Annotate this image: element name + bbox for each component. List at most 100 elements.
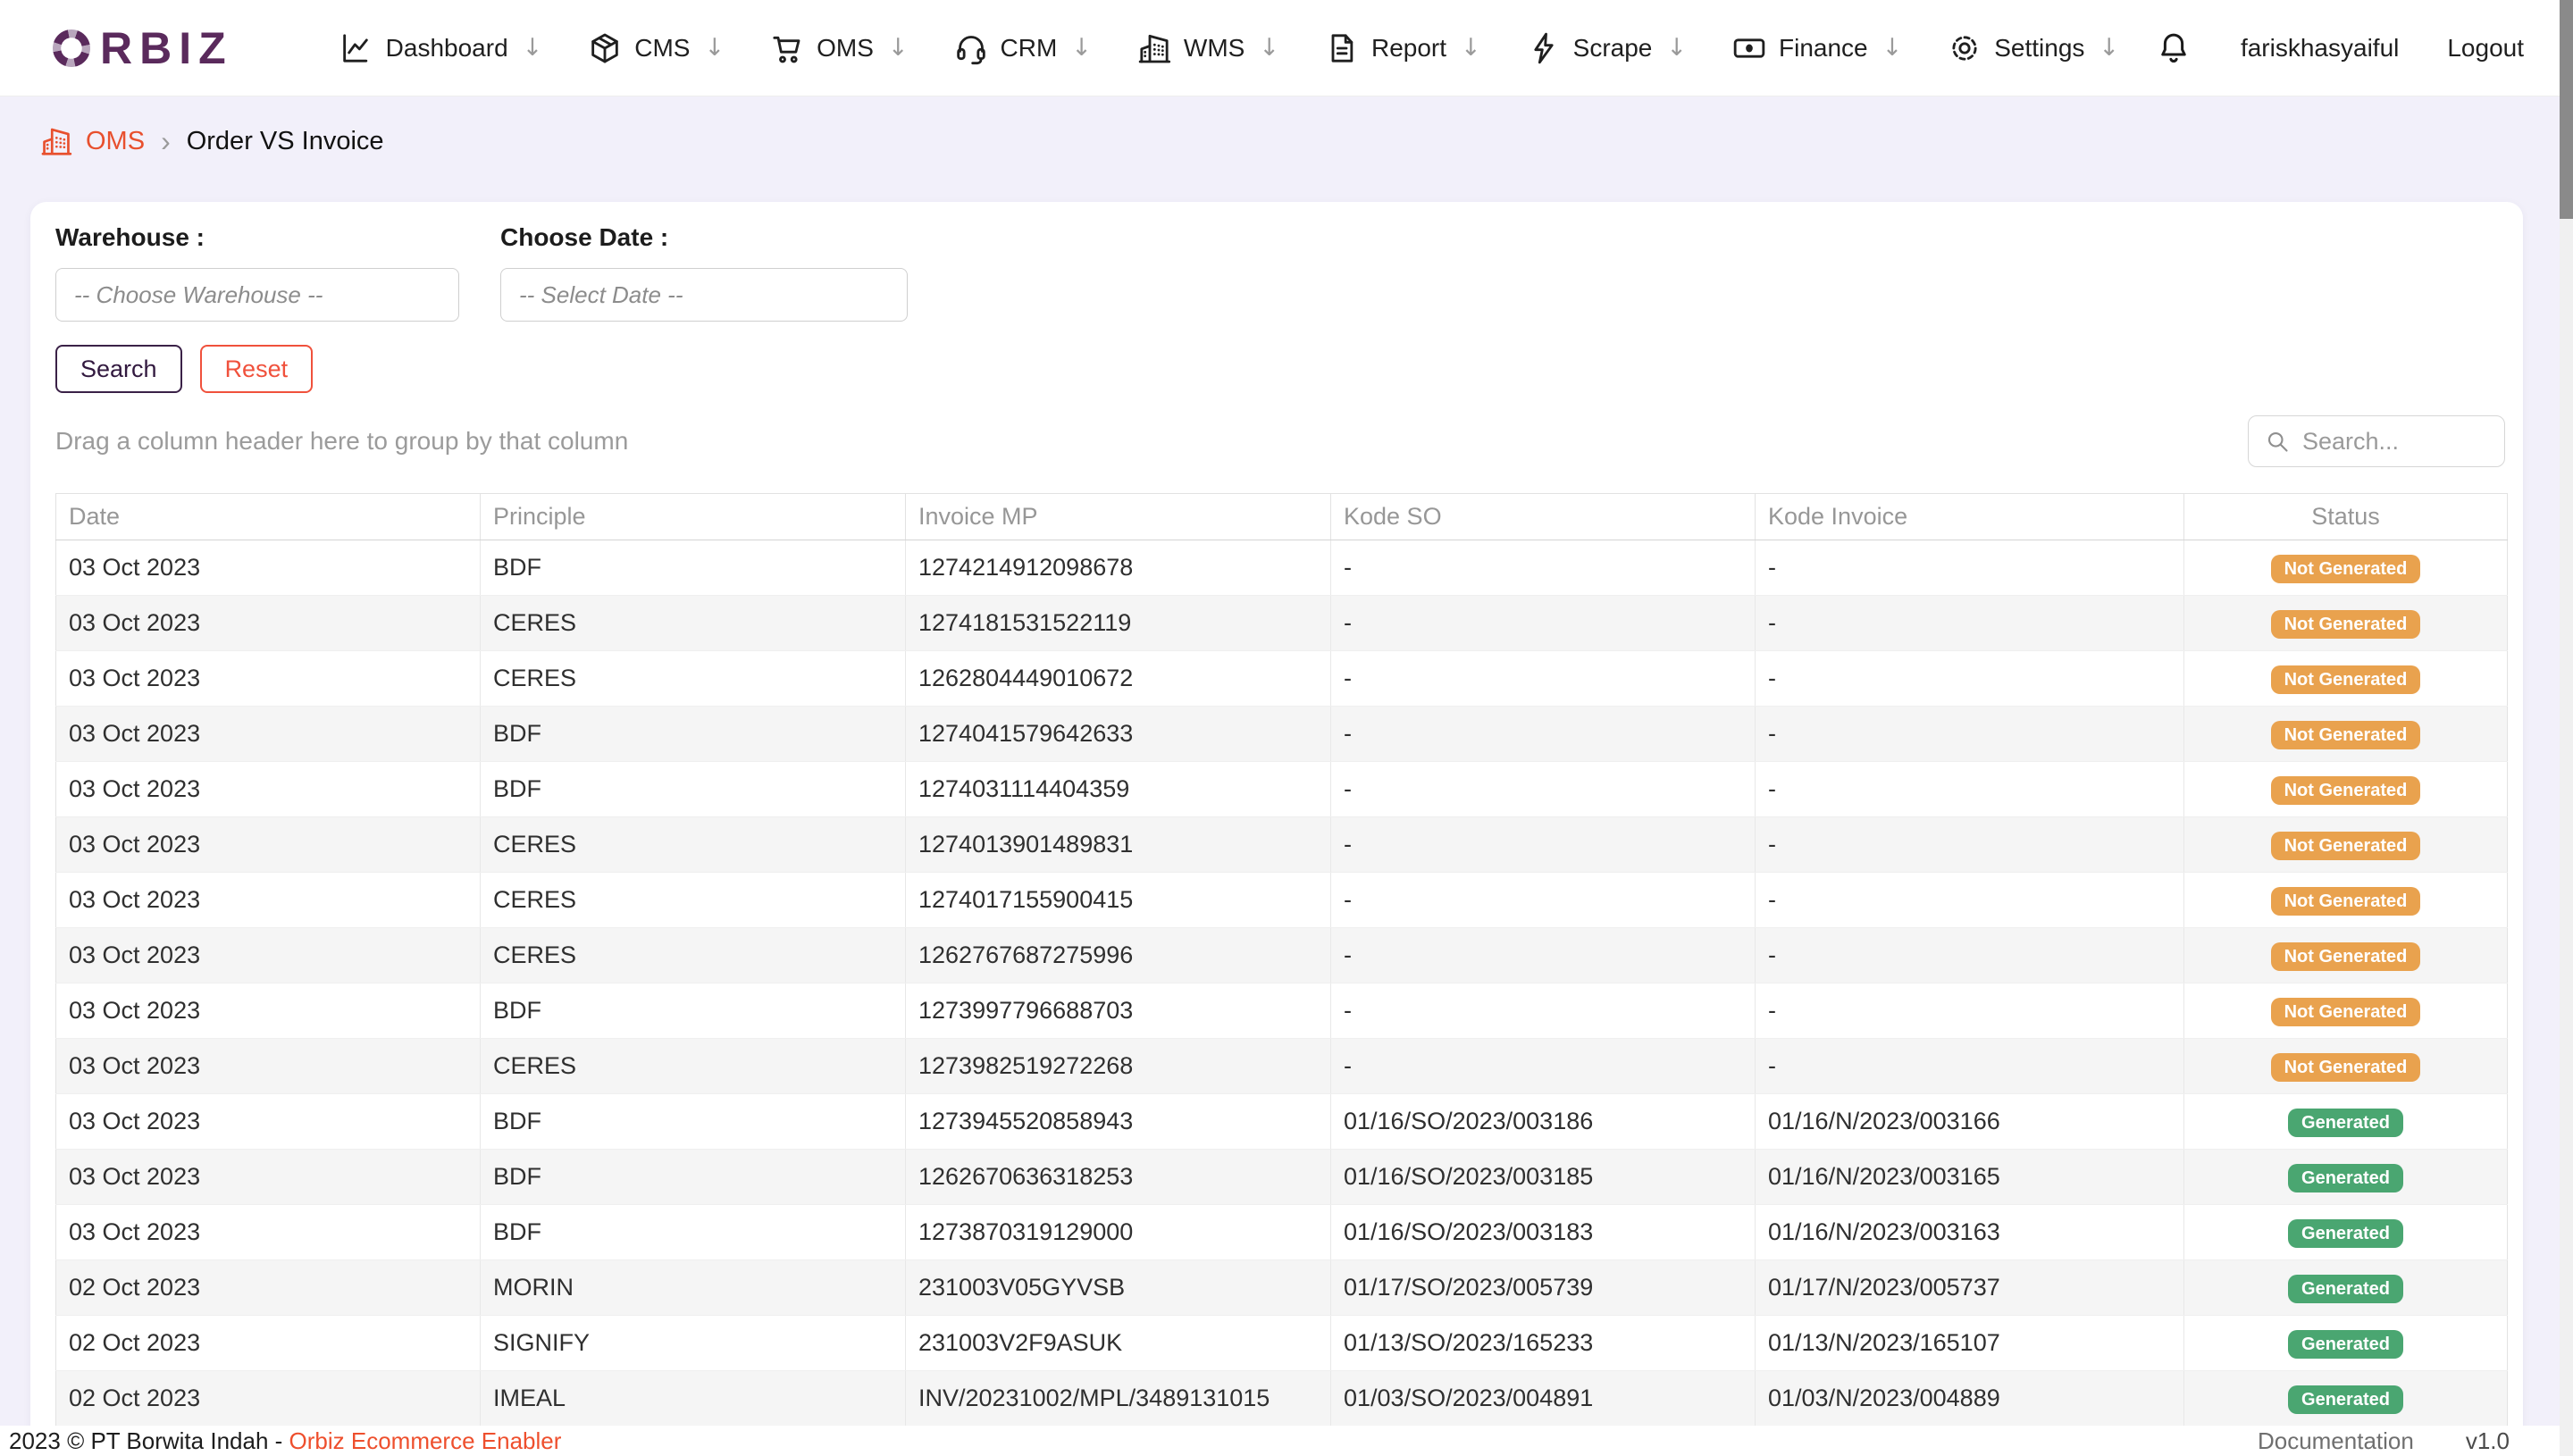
table-row[interactable]: 03 Oct 2023BDF126267063631825301/16/SO/2…: [56, 1150, 2508, 1205]
status-badge-generated: Generated: [2288, 1164, 2403, 1192]
nav-item-label: WMS: [1184, 34, 1245, 63]
table-row[interactable]: 03 Oct 2023BDF1273997796688703--Not Gene…: [56, 983, 2508, 1039]
status-badge-not-generated: Not Generated: [2271, 776, 2421, 805]
cell-date: 03 Oct 2023: [56, 1205, 481, 1260]
table-row[interactable]: 03 Oct 2023BDF1274041579642633--Not Gene…: [56, 707, 2508, 762]
reset-button[interactable]: Reset: [200, 345, 314, 393]
cell-kode-so: 01/03/SO/2023/004891: [1331, 1371, 1756, 1427]
orbiz-ring-icon: [50, 27, 93, 70]
cell-kode-so: -: [1331, 707, 1756, 762]
logout-button[interactable]: Logout: [2447, 34, 2524, 63]
cell-date: 03 Oct 2023: [56, 928, 481, 983]
cell-principle: BDF: [481, 1205, 906, 1260]
date-select[interactable]: [500, 268, 908, 322]
page: RBIZ Dashboard↓CMS↓OMS↓CRM↓WMS↓Report↓Sc…: [0, 0, 2560, 1456]
building-icon: [1136, 30, 1172, 66]
copyright-text: 2023 © PT Borwita Indah - Orbiz Ecommerc…: [9, 1427, 561, 1455]
nav-item-finance[interactable]: Finance↓: [1731, 30, 1902, 66]
cell-principle: BDF: [481, 1150, 906, 1205]
table-row[interactable]: 03 Oct 2023BDF127387031912900001/16/SO/2…: [56, 1205, 2508, 1260]
cell-status: Generated: [2184, 1316, 2508, 1371]
table-row[interactable]: 03 Oct 2023CERES1274181531522119--Not Ge…: [56, 596, 2508, 651]
column-header-invoice-mp[interactable]: Invoice MP: [906, 494, 1331, 540]
table-row[interactable]: 02 Oct 2023SIGNIFY231003V2F9ASUK01/13/SO…: [56, 1316, 2508, 1371]
chevron-down-icon: ↓: [2099, 34, 2119, 62]
footer-right: Documentation v1.0: [2258, 1427, 2510, 1455]
cell-invoice-mp: 1273997796688703: [906, 983, 1331, 1039]
cell-kode-so: -: [1331, 1039, 1756, 1094]
cell-kode-invoice: -: [1756, 540, 2184, 596]
warehouse-select[interactable]: [55, 268, 459, 322]
cell-kode-invoice: 01/16/N/2023/003163: [1756, 1205, 2184, 1260]
nav-item-dashboard[interactable]: Dashboard↓: [339, 30, 543, 66]
warehouse-label: Warehouse :: [55, 223, 459, 252]
status-badge-generated: Generated: [2288, 1385, 2403, 1414]
column-header-kode-so[interactable]: Kode SO: [1331, 494, 1756, 540]
nav-item-cms[interactable]: CMS↓: [587, 30, 725, 66]
documentation-link[interactable]: Documentation: [2258, 1427, 2414, 1455]
column-header-principle[interactable]: Principle: [481, 494, 906, 540]
nav-menu: Dashboard↓CMS↓OMS↓CRM↓WMS↓Report↓Scrape↓…: [339, 30, 2119, 66]
table-row[interactable]: 02 Oct 2023IMEALINV/20231002/MPL/3489131…: [56, 1371, 2508, 1427]
chevron-down-icon: ↓: [1071, 34, 1092, 62]
chevron-right-icon: ›: [157, 125, 174, 158]
search-button[interactable]: Search: [55, 345, 182, 393]
cell-kode-so: 01/17/SO/2023/005739: [1331, 1260, 1756, 1316]
cell-invoice-mp: 1262804449010672: [906, 651, 1331, 707]
table-row[interactable]: 02 Oct 2023MORIN231003V05GYVSB01/17/SO/2…: [56, 1260, 2508, 1316]
breadcrumb-section[interactable]: OMS: [86, 127, 145, 156]
table-row[interactable]: 03 Oct 2023CERES1262767687275996--Not Ge…: [56, 928, 2508, 983]
cell-invoice-mp: 1274031114404359: [906, 762, 1331, 817]
status-badge-not-generated: Not Generated: [2271, 998, 2421, 1026]
cell-principle: CERES: [481, 928, 906, 983]
table-row[interactable]: 03 Oct 2023CERES1262804449010672--Not Ge…: [56, 651, 2508, 707]
cell-kode-invoice: -: [1756, 817, 2184, 873]
table-row[interactable]: 03 Oct 2023BDF1274214912098678--Not Gene…: [56, 540, 2508, 596]
nav-item-report[interactable]: Report↓: [1324, 30, 1481, 66]
table-row[interactable]: 03 Oct 2023CERES1274017155900415--Not Ge…: [56, 873, 2508, 928]
nav-item-crm[interactable]: CRM↓: [953, 30, 1092, 66]
package-icon: [587, 30, 623, 66]
nav-item-label: OMS: [817, 34, 874, 63]
banknote-icon: [1731, 30, 1767, 66]
cell-status: Not Generated: [2184, 873, 2508, 928]
username[interactable]: fariskhasyaiful: [2241, 34, 2399, 63]
cell-status: Not Generated: [2184, 983, 2508, 1039]
page-title: Order VS Invoice: [187, 127, 384, 156]
nav-item-oms[interactable]: OMS↓: [769, 30, 908, 66]
table-row[interactable]: 03 Oct 2023CERES1273982519272268--Not Ge…: [56, 1039, 2508, 1094]
vertical-scrollbar[interactable]: [2560, 0, 2573, 1456]
status-badge-generated: Generated: [2288, 1330, 2403, 1359]
cell-date: 03 Oct 2023: [56, 1150, 481, 1205]
cell-kode-so: 01/16/SO/2023/003186: [1331, 1094, 1756, 1150]
cell-kode-so: -: [1331, 873, 1756, 928]
column-header-kode-invoice[interactable]: Kode Invoice: [1756, 494, 2184, 540]
footer: 2023 © PT Borwita Indah - Orbiz Ecommerc…: [0, 1426, 2560, 1456]
group-panel-text: Drag a column header here to group by th…: [55, 427, 628, 456]
date-label: Choose Date :: [500, 223, 908, 252]
cell-kode-invoice: 01/13/N/2023/165107: [1756, 1316, 2184, 1371]
orbiz-ecommerce-link[interactable]: Orbiz Ecommerce Enabler: [289, 1427, 562, 1454]
scrollbar-thumb[interactable]: [2560, 0, 2573, 219]
table-row[interactable]: 03 Oct 2023CERES1274013901489831--Not Ge…: [56, 817, 2508, 873]
nav-item-wms[interactable]: WMS↓: [1136, 30, 1279, 66]
table-row[interactable]: 03 Oct 2023BDF127394552085894301/16/SO/2…: [56, 1094, 2508, 1150]
cell-invoice-mp: 1274017155900415: [906, 873, 1331, 928]
column-header-date[interactable]: Date: [56, 494, 481, 540]
orbiz-logo[interactable]: RBIZ: [50, 22, 233, 74]
nav-item-scrape[interactable]: Scrape↓: [1526, 30, 1687, 66]
cell-date: 03 Oct 2023: [56, 707, 481, 762]
status-badge-not-generated: Not Generated: [2271, 721, 2421, 749]
column-header-status[interactable]: Status: [2184, 494, 2508, 540]
bell-icon[interactable]: [2155, 29, 2192, 67]
nav-item-settings[interactable]: Settings↓: [1947, 30, 2119, 66]
table-row[interactable]: 03 Oct 2023BDF1274031114404359--Not Gene…: [56, 762, 2508, 817]
chevron-down-icon: ↓: [1461, 34, 1481, 62]
cell-invoice-mp: 1262767687275996: [906, 928, 1331, 983]
status-badge-generated: Generated: [2288, 1275, 2403, 1303]
cell-kode-invoice: -: [1756, 1039, 2184, 1094]
cell-status: Not Generated: [2184, 817, 2508, 873]
cell-status: Not Generated: [2184, 1039, 2508, 1094]
cell-invoice-mp: 1274181531522119: [906, 596, 1331, 651]
cell-date: 03 Oct 2023: [56, 1039, 481, 1094]
